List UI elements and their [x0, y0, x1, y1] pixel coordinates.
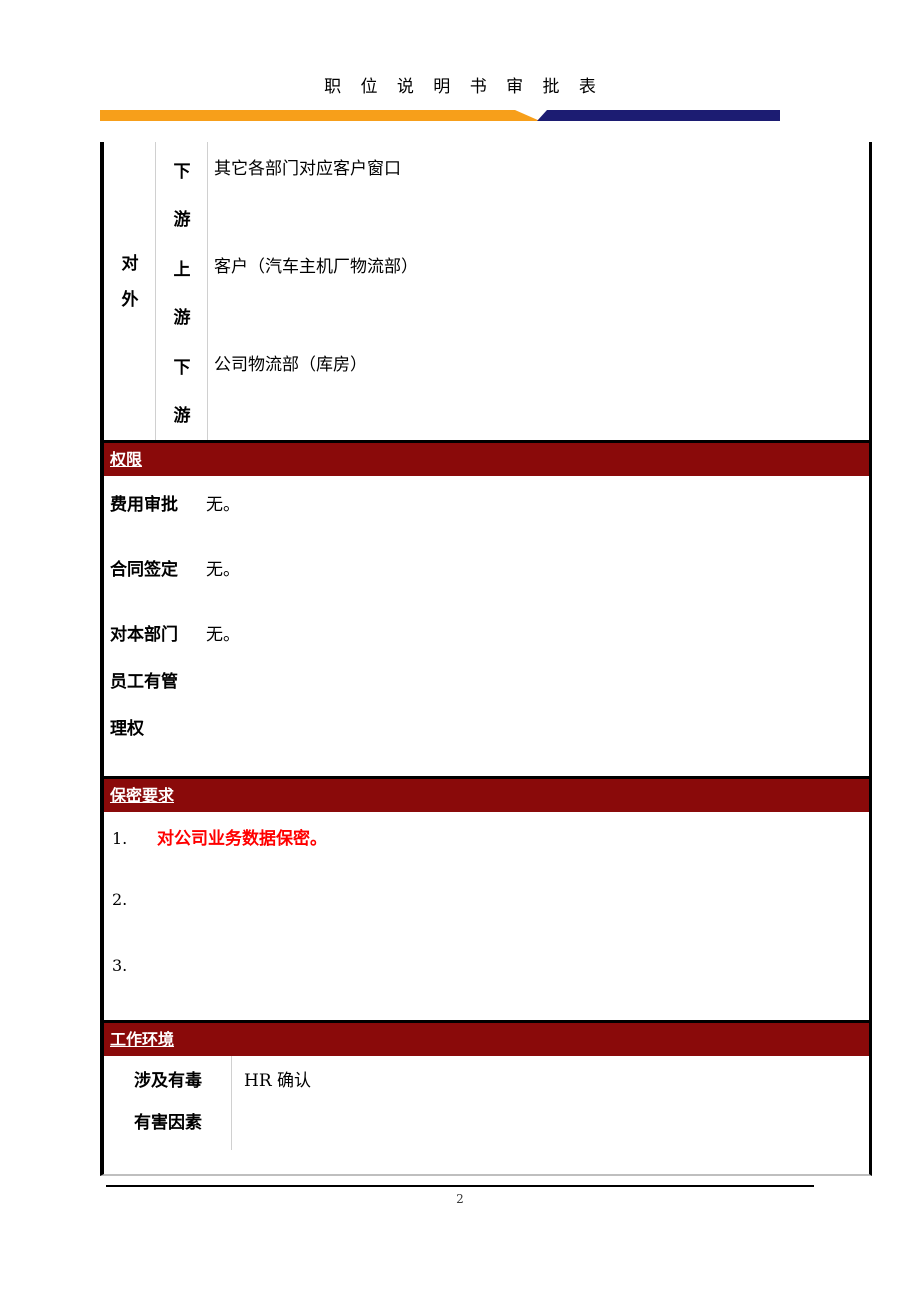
- authority-row-1: 合同签定 无。: [110, 555, 240, 580]
- confidentiality-section-body: 1. 对公司业务数据保密。 2. 3.: [104, 812, 869, 1020]
- page-title: 职 位 说 明 书 审 批 表: [324, 77, 603, 97]
- work-environment-section: 工作环境 涉及有毒 有害因素 HR 确认: [104, 1020, 869, 1150]
- work-environment-value: HR 确认: [244, 1071, 312, 1091]
- confidentiality-section: 保密要求 1. 对公司业务数据保密。 2. 3.: [104, 776, 869, 1020]
- page-number: 2: [456, 1192, 464, 1206]
- page-header: 职 位 说 明 书 审 批 表: [0, 0, 920, 132]
- work-environment-key-line-1: 有害因素: [134, 1113, 202, 1133]
- confidentiality-section-title: 保密要求: [110, 786, 175, 805]
- authority-section-band: 权限: [104, 440, 869, 476]
- relations-value-0: 其它各部门对应客户窗口: [214, 159, 401, 179]
- header-rule-navy-segment: [537, 110, 780, 121]
- relations-category-cell: 对 外: [104, 142, 156, 440]
- authority-key-continuation-1: 理权: [110, 719, 144, 739]
- relations-value-cell: 其它各部门对应客户窗口 客户（汽车主机厂物流部） 公司物流部（库房）: [208, 142, 869, 440]
- relations-category-char-1: 对: [121, 254, 139, 274]
- footer-divider: [106, 1185, 814, 1187]
- external-relations-block: 对 外 下 游 上 游 下 游 其它各部门对应客户窗口 客户（汽车主机厂物流部）…: [104, 142, 869, 440]
- relations-value-2: 公司物流部（库房）: [214, 355, 367, 375]
- relations-value-1: 客户（汽车主机厂物流部）: [214, 257, 418, 277]
- header-rule-orange-segment: [100, 110, 540, 121]
- confidentiality-item-1: 2.: [112, 890, 157, 910]
- relations-direction-0-char-2: 游: [173, 210, 191, 230]
- work-environment-key-line-0: 涉及有毒: [134, 1071, 202, 1091]
- confidentiality-section-band: 保密要求: [104, 776, 869, 812]
- relations-category-label: 对 外: [104, 246, 156, 318]
- work-environment-section-body: 涉及有毒 有害因素 HR 确认: [104, 1056, 869, 1150]
- work-environment-section-band: 工作环境: [104, 1020, 869, 1056]
- relations-direction-0: 下 游: [156, 148, 208, 244]
- relations-direction-1-char-2: 游: [173, 308, 191, 328]
- authority-row-2-value: 无。: [206, 625, 240, 645]
- header-decorative-rule: [100, 110, 780, 121]
- confidentiality-item-2: 3.: [112, 956, 157, 976]
- authority-section-title: 权限: [110, 450, 143, 469]
- authority-row-2-key: 对本部门: [110, 625, 178, 645]
- authority-row-0-value: 无。: [206, 495, 240, 515]
- authority-key-continuation-0: 员工有管: [110, 672, 178, 692]
- work-environment-key-cell: 涉及有毒 有害因素: [104, 1056, 232, 1150]
- authority-row-1-value: 无。: [206, 560, 240, 580]
- authority-section: 权限 费用审批 无。 合同签定 无。 对本部门 无。 员工有管 理权: [104, 440, 869, 776]
- authority-row-0: 费用审批 无。: [110, 490, 240, 515]
- relations-direction-2-char-1: 下: [173, 358, 191, 378]
- authority-row-2: 对本部门 无。: [110, 620, 240, 645]
- confidentiality-item-0: 1. 对公司业务数据保密。: [112, 824, 327, 849]
- relations-direction-2: 下 游: [156, 344, 208, 440]
- work-environment-section-title: 工作环境: [110, 1030, 175, 1049]
- relations-direction-1: 上 游: [156, 246, 208, 342]
- confidentiality-item-1-number: 2.: [112, 890, 128, 909]
- relations-direction-0-char-1: 下: [173, 162, 191, 182]
- relations-direction-1-char-1: 上: [173, 260, 191, 280]
- confidentiality-item-2-number: 3.: [112, 956, 128, 975]
- authority-row-1-key: 合同签定: [110, 560, 178, 580]
- confidentiality-item-0-text: 对公司业务数据保密。: [157, 829, 327, 849]
- authority-section-body: 费用审批 无。 合同签定 无。 对本部门 无。 员工有管 理权: [104, 476, 869, 776]
- relations-direction-cell: 下 游 上 游 下 游: [156, 142, 208, 440]
- confidentiality-item-0-number: 1.: [112, 829, 128, 848]
- relations-category-char-2: 外: [121, 290, 139, 310]
- relations-direction-2-char-2: 游: [173, 406, 191, 426]
- authority-row-0-key: 费用审批: [110, 495, 178, 515]
